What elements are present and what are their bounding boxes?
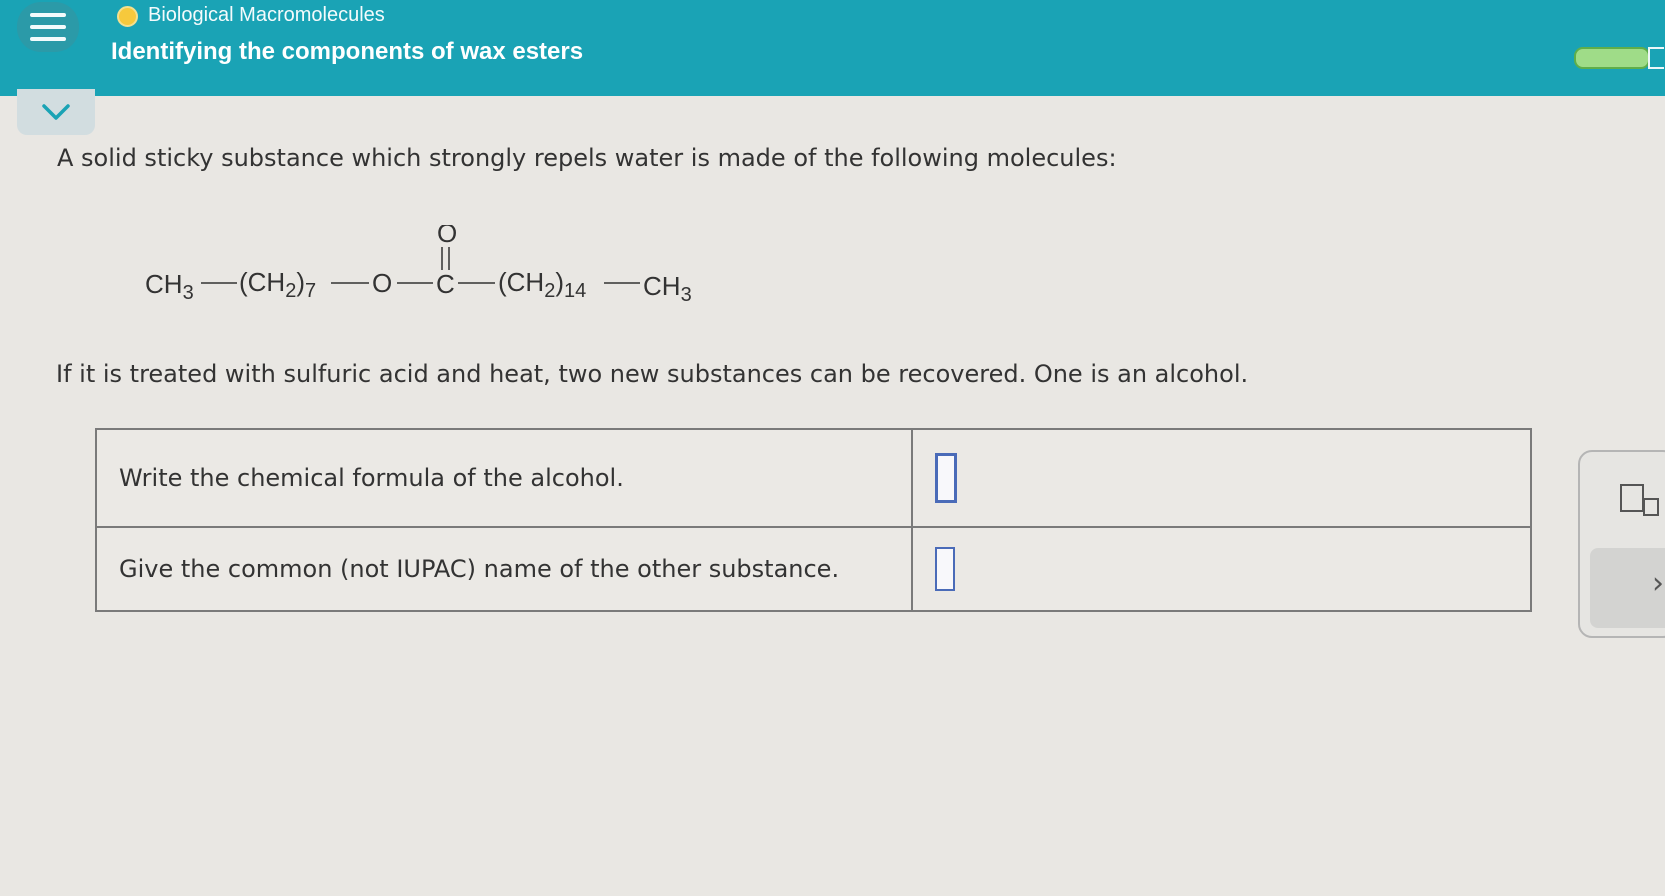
carbonyl-oxygen: O (437, 225, 457, 248)
chevron-down-icon (42, 104, 70, 120)
prompt-other-substance: Give the common (not IUPAC) name of the … (95, 526, 913, 612)
other-substance-input[interactable] (935, 547, 955, 591)
collapse-button[interactable] (17, 89, 95, 135)
subscript-small-box-icon (1643, 498, 1659, 516)
right-methyl: CH3 (643, 271, 692, 306)
question-followup: If it is treated with sulfuric acid and … (56, 360, 1249, 388)
tools-panel: › (1578, 450, 1665, 638)
subscript-tool-icon[interactable] (1620, 484, 1644, 512)
answer-table: Write the chemical formula of the alcoho… (95, 428, 1532, 612)
question-intro: A solid sticky substance which strongly … (57, 144, 1117, 172)
topic-label: Biological Macromolecules (148, 4, 385, 26)
answer-cell-other[interactable] (911, 526, 1532, 612)
alcohol-formula-input[interactable] (935, 453, 957, 503)
structural-formula: CH3 (CH2)7 O C O (CH2)14 CH3 (145, 225, 692, 306)
prompt-alcohol-formula: Write the chemical formula of the alcoho… (95, 428, 913, 528)
table-row: Write the chemical formula of the alcoho… (95, 428, 1532, 528)
left-methyl: CH3 (145, 269, 194, 304)
progress-bar-end (1648, 47, 1664, 69)
chain-2: (CH2)14 (498, 267, 586, 302)
progress-bar (1574, 47, 1650, 69)
chevron-right-icon[interactable]: › (1652, 566, 1664, 601)
hamburger-menu-icon[interactable] (17, 2, 79, 52)
table-row: Give the common (not IUPAC) name of the … (95, 526, 1532, 612)
page-title: Identifying the components of wax esters (111, 38, 584, 65)
carbonyl-carbon: C (436, 269, 455, 299)
answer-cell-alcohol[interactable] (911, 428, 1532, 528)
header-bar: Biological Macromolecules Identifying th… (0, 0, 1665, 96)
topic-status-dot-icon (117, 6, 138, 27)
ester-oxygen: O (372, 268, 392, 298)
chain-1: (CH2)7 (239, 267, 316, 302)
